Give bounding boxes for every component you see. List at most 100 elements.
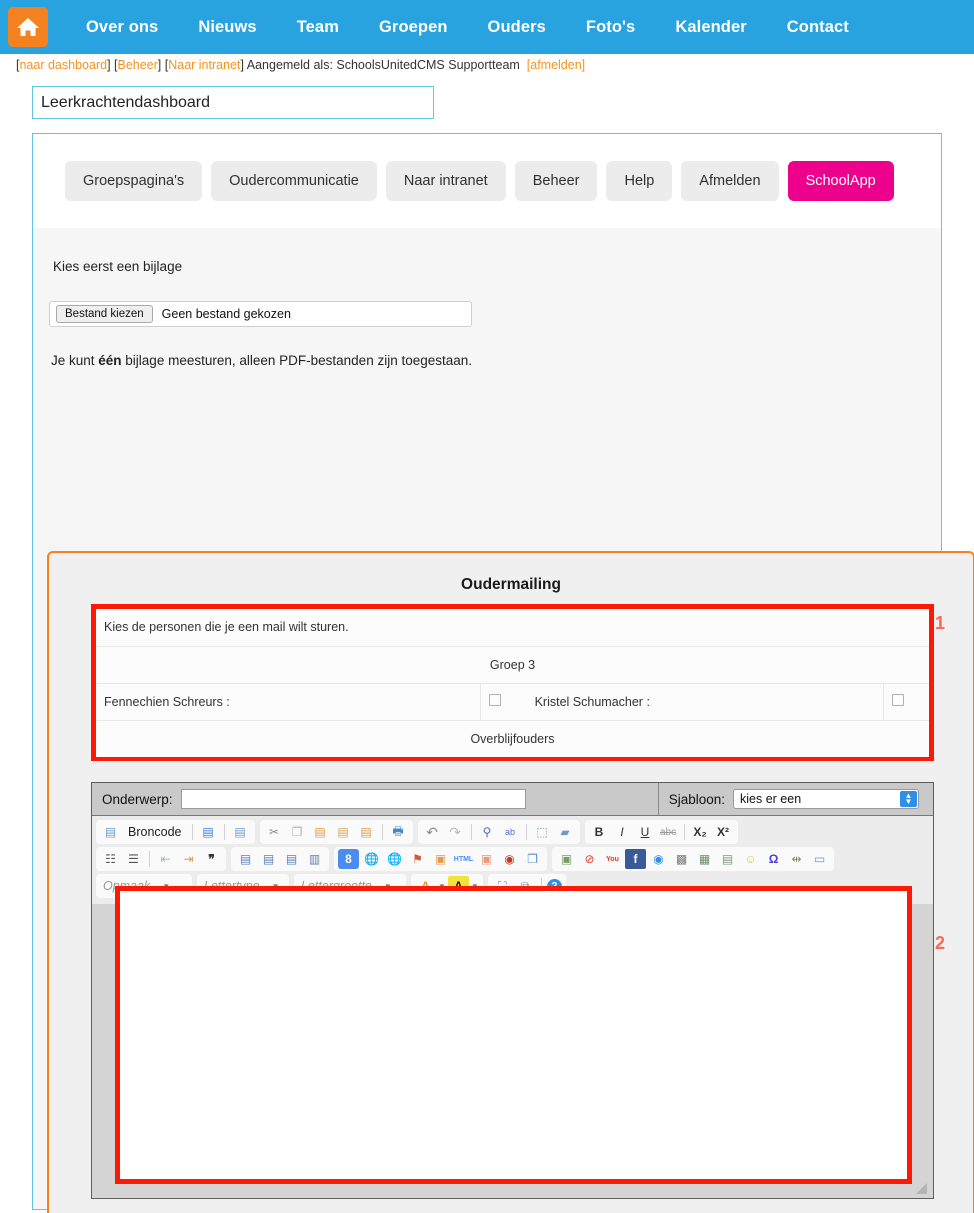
- remove-format-icon[interactable]: ▰: [555, 822, 576, 842]
- flash-icon[interactable]: ▩: [671, 849, 692, 869]
- align-left-icon[interactable]: ▤: [235, 849, 256, 869]
- checkbox-person-1[interactable]: [489, 694, 502, 706]
- align-justify-icon[interactable]: ▥: [304, 849, 325, 869]
- google-icon[interactable]: 8: [338, 849, 359, 869]
- internal-link-icon[interactable]: ▣: [430, 849, 451, 869]
- tab-schoolapp[interactable]: SchoolApp: [787, 161, 894, 201]
- media-play-icon[interactable]: ◉: [648, 849, 669, 869]
- cut-icon[interactable]: ✂: [264, 822, 285, 842]
- nav-link-contact[interactable]: Contact: [767, 18, 869, 37]
- insert-image-icon[interactable]: ▣: [556, 849, 577, 869]
- logged-in-as-text: Aangemeld als: SchoolsUnitedCMS Supportt…: [246, 58, 520, 72]
- source-icon[interactable]: ▤: [100, 822, 121, 842]
- tab-beheer[interactable]: Beheer: [514, 161, 598, 201]
- message-body-input[interactable]: [120, 891, 907, 1179]
- tab-afmelden[interactable]: Afmelden: [681, 161, 779, 201]
- person-checkbox-cell-2[interactable]: [882, 683, 929, 721]
- undo-icon[interactable]: ↶: [422, 822, 443, 842]
- paste-icon[interactable]: ▤: [310, 822, 331, 842]
- nav-link-fotos[interactable]: Foto's: [566, 18, 655, 37]
- resize-handle-icon[interactable]: [916, 1183, 927, 1194]
- anchor-icon[interactable]: ⚑: [407, 849, 428, 869]
- bold-icon[interactable]: B: [589, 822, 610, 842]
- toolbar-row-2: ☷ ☰ ⇤ ⇥ ❞ ▤ ▤ ▤ ▥ 8 🌐 🌐 ⚑ ▣ HTML ▣ ◉ ❐ ▣…: [96, 847, 929, 871]
- underline-icon[interactable]: U: [635, 822, 656, 842]
- tab-oudercommunicatie[interactable]: Oudercommunicatie: [211, 161, 377, 201]
- italic-icon[interactable]: I: [612, 822, 633, 842]
- person-checkbox-cell-1[interactable]: [480, 683, 527, 721]
- html-icon[interactable]: HTML: [453, 849, 474, 869]
- message-body-highlight[interactable]: [115, 886, 912, 1184]
- choose-file-button[interactable]: Bestand kiezen: [56, 305, 153, 323]
- table-icon[interactable]: ▦: [694, 849, 715, 869]
- template-select[interactable]: kies er een ▲ ▼: [733, 789, 919, 809]
- breadcrumb-link-intranet[interactable]: Naar intranet: [168, 58, 240, 72]
- find-icon[interactable]: ⚲: [477, 822, 498, 842]
- paste-word-icon[interactable]: ▤: [356, 822, 377, 842]
- paste-text-icon[interactable]: ▤: [333, 822, 354, 842]
- subject-input[interactable]: [180, 789, 526, 809]
- maps-icon[interactable]: ◉: [499, 849, 520, 869]
- file-input[interactable]: Bestand kiezen Geen bestand gekozen: [49, 301, 472, 327]
- tab-groepspaginas[interactable]: Groepspagina's: [65, 161, 203, 201]
- youtube-icon[interactable]: You: [602, 849, 623, 869]
- recipients-table: Kies de personen die je een mail wilt st…: [96, 609, 929, 757]
- breadcrumb-link-dashboard[interactable]: naar dashboard: [19, 58, 107, 72]
- chevron-updown-icon[interactable]: ▲ ▼: [900, 791, 917, 807]
- toolbar-separator: [525, 824, 527, 840]
- smiley-icon[interactable]: ☺: [740, 849, 761, 869]
- iframe-icon[interactable]: ▭: [809, 849, 830, 869]
- nav-link-ouders[interactable]: Ouders: [468, 18, 566, 37]
- subscript-icon[interactable]: X₂: [690, 822, 711, 842]
- link-icon[interactable]: 🌐: [361, 849, 382, 869]
- tab-naar-intranet[interactable]: Naar intranet: [385, 161, 506, 201]
- vimeo-icon[interactable]: ⊘: [579, 849, 600, 869]
- toolbar-group-clipboard: ✂ ❐ ▤ ▤ ▤ 🖶: [259, 820, 413, 844]
- nav-link-over-ons[interactable]: Over ons: [66, 18, 178, 37]
- indent-icon[interactable]: ⇥: [178, 849, 199, 869]
- save-icon[interactable]: ▤: [198, 822, 219, 842]
- oudermailing-title: Oudermailing: [461, 576, 561, 593]
- nav-link-team[interactable]: Team: [277, 18, 359, 37]
- strikethrough-icon[interactable]: abc: [658, 822, 679, 842]
- facebook-icon[interactable]: f: [625, 849, 646, 869]
- redo-icon[interactable]: ↷: [445, 822, 466, 842]
- template-label: Sjabloon:: [668, 791, 725, 807]
- logout-link[interactable]: [afmelden]: [527, 58, 585, 72]
- blockquote-icon[interactable]: ❞: [201, 849, 222, 869]
- checkbox-person-2[interactable]: [891, 694, 904, 706]
- select-all-icon[interactable]: ⬚: [532, 822, 553, 842]
- copy-pages-icon[interactable]: ❐: [522, 849, 543, 869]
- superscript-icon[interactable]: X²: [713, 822, 734, 842]
- toolbar-row-1: ▤ Broncode ▤ ▤ ✂ ❐ ▤ ▤ ▤ 🖶 ↶ ↷ ⚲ ab ⬚ ▰ …: [96, 820, 929, 844]
- page-break-icon[interactable]: ⇹: [786, 849, 807, 869]
- bulleted-list-icon[interactable]: ☰: [123, 849, 144, 869]
- content-area: Kies eerst een bijlage Bestand kiezen Ge…: [33, 228, 974, 1213]
- horizontal-rule-icon[interactable]: ▤: [717, 849, 738, 869]
- nav-link-groepen[interactable]: Groepen: [359, 18, 468, 37]
- align-center-icon[interactable]: ▤: [258, 849, 279, 869]
- numbered-list-icon[interactable]: ☷: [100, 849, 121, 869]
- tab-help[interactable]: Help: [606, 161, 673, 201]
- home-icon[interactable]: [8, 7, 48, 47]
- new-page-icon[interactable]: ▤: [230, 822, 251, 842]
- nav-link-kalender[interactable]: Kalender: [655, 18, 766, 37]
- copy-icon[interactable]: ❐: [287, 822, 308, 842]
- template-row: Sjabloon: kies er een ▲ ▼: [659, 783, 933, 815]
- outdent-icon[interactable]: ⇤: [155, 849, 176, 869]
- nav-link-nieuws[interactable]: Nieuws: [178, 18, 276, 37]
- attachment-section-label: Kies eerst een bijlage: [53, 259, 183, 274]
- file-status-text: Geen bestand gekozen: [161, 307, 291, 321]
- main-panel: Groepspagina's Oudercommunicatie Naar in…: [32, 133, 974, 1213]
- table-row-instruction: Kies de personen die je een mail wilt st…: [96, 609, 929, 647]
- unlink-icon[interactable]: 🌐: [384, 849, 405, 869]
- special-char-icon[interactable]: Ω: [763, 849, 784, 869]
- attachment-hint: Je kunt één bijlage meesturen, alleen PD…: [51, 353, 941, 368]
- toolbar-group-links: 8 🌐 🌐 ⚑ ▣ HTML ▣ ◉ ❐: [334, 847, 547, 871]
- image-placeholder-icon[interactable]: ▣: [476, 849, 497, 869]
- breadcrumb-link-beheer[interactable]: Beheer: [117, 58, 157, 72]
- replace-icon[interactable]: ab: [500, 822, 521, 842]
- source-label[interactable]: Broncode: [123, 822, 187, 842]
- print-icon[interactable]: 🖶: [388, 822, 409, 842]
- align-right-icon[interactable]: ▤: [281, 849, 302, 869]
